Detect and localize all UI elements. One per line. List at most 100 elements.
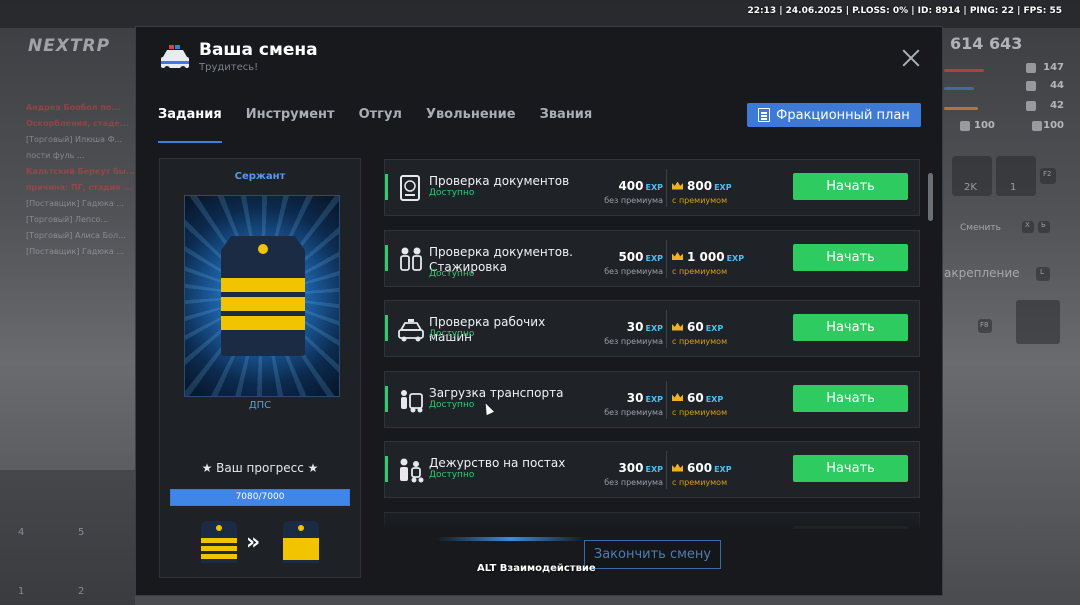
task-row: Загрузка транспорта Доступно 30 EXP без прем… bbox=[384, 370, 920, 428]
food-icon bbox=[1026, 101, 1036, 111]
police-car-icon bbox=[161, 45, 189, 72]
epaulet-icon bbox=[221, 236, 305, 356]
chat-message: Кальтский Беркут бы... bbox=[26, 167, 135, 176]
police-car-icon bbox=[397, 314, 425, 344]
start-task-button[interactable]: Начать bbox=[793, 314, 908, 341]
task-name: Дежурство на постах bbox=[429, 456, 566, 470]
switch-hint: Сменить bbox=[960, 223, 1001, 233]
premium-reward: 600 EXP с премиумом bbox=[672, 461, 732, 487]
slot-label: 2 bbox=[78, 586, 85, 597]
key-hint: F2 bbox=[1040, 168, 1056, 184]
start-task-button[interactable]: Начать bbox=[793, 243, 908, 271]
tab-dismissal[interactable]: Увольнение bbox=[426, 107, 516, 143]
chat-message: [Торговый] Лепсо... bbox=[26, 215, 109, 224]
patrol-icon bbox=[397, 455, 425, 485]
task-row: Проверка рабочих машин Доступно 30 EXP без п… bbox=[384, 300, 920, 357]
chat-message: [Торговый] Алиса Бол... bbox=[26, 231, 126, 240]
modal-title: Ваша смена bbox=[199, 40, 318, 60]
stat-armor: 44 bbox=[944, 80, 1064, 96]
task-row: Проверка документов. Стажировка Доступно 5… bbox=[384, 229, 920, 287]
money-value: 614 643 bbox=[950, 34, 1023, 53]
server-logo: NEXTRP bbox=[28, 36, 111, 56]
arrows-icon: » bbox=[246, 530, 260, 555]
stamina-icon bbox=[960, 121, 970, 131]
rank-progress-bar: 7080/7000 bbox=[170, 489, 350, 506]
status-accent bbox=[385, 456, 388, 482]
start-task-button[interactable]: Начать bbox=[793, 455, 908, 482]
progress-title: ★ Ваш прогресс ★ bbox=[201, 461, 319, 475]
slot-label: 4 bbox=[18, 527, 25, 538]
base-reward: 30 EXP без премиума bbox=[604, 390, 663, 417]
task-list: Проверка документов Доступно 400 EXP без пре… bbox=[384, 159, 920, 529]
task-status: Доступно bbox=[429, 399, 475, 410]
unit-label: ДПС bbox=[248, 400, 272, 411]
base-reward: 500 EXP без премиума bbox=[604, 249, 663, 276]
premium-reward: 1 000 EXP с премиумом bbox=[672, 249, 745, 276]
shift-modal: Ваша смена Трудитесь! Задания Инструмент… bbox=[135, 26, 943, 596]
end-shift-button[interactable]: Закончить смену bbox=[584, 540, 721, 569]
interaction-hint: ALT Взаимодействие bbox=[477, 563, 596, 574]
chat-message: причина: ПГ, стадия ... bbox=[26, 183, 133, 192]
chat-message: [Торговый] Илюша Ф... bbox=[26, 135, 123, 144]
start-task-button[interactable]: Начать bbox=[793, 384, 908, 412]
close-icon[interactable] bbox=[900, 47, 922, 69]
rank-card: Сержант ДПС ★ Ваш прогресс ★ 7080/7000 » bbox=[159, 158, 361, 578]
premium-reward: 800 EXP с премиумом bbox=[672, 179, 732, 205]
stat-health: 147 bbox=[944, 62, 1064, 78]
crown-icon bbox=[672, 393, 683, 401]
stat-thirst: 100 100 bbox=[944, 120, 1064, 136]
status-line: 22:13 | 24.06.2025 | P.LOSS: 0% | ID: 89… bbox=[747, 6, 1062, 16]
task-status: Доступно bbox=[429, 470, 475, 480]
rank-insignia bbox=[184, 195, 340, 397]
officers-icon bbox=[397, 244, 425, 274]
tab-leave[interactable]: Отгул bbox=[359, 107, 402, 143]
slot-label: 1 bbox=[18, 586, 25, 597]
task-name: Загрузка транспорта bbox=[429, 385, 564, 400]
notification-bell-icon[interactable] bbox=[1016, 300, 1060, 344]
base-reward: 300 EXP без премиума bbox=[604, 461, 663, 487]
task-status: Доступно bbox=[429, 329, 475, 339]
chat-message: [Поставщик] Гадюка ... bbox=[26, 247, 124, 256]
base-reward: 400 EXP без премиума bbox=[604, 179, 663, 205]
cash-slot: 2K bbox=[952, 156, 992, 196]
status-accent bbox=[385, 174, 388, 200]
crown-icon bbox=[672, 322, 683, 331]
crown-icon bbox=[672, 463, 683, 472]
stat-food: 42 bbox=[944, 100, 1064, 116]
scrollbar[interactable] bbox=[928, 173, 933, 221]
crown-icon bbox=[672, 181, 683, 190]
task-row: Проверка документов Доступно 400 EXP без пре… bbox=[384, 159, 920, 216]
passport-icon bbox=[397, 173, 425, 203]
next-rank-epaulet-icon bbox=[283, 521, 319, 563]
tab-tools[interactable]: Инструмент bbox=[246, 107, 335, 143]
start-task-button[interactable]: Начать bbox=[793, 173, 908, 200]
chat-feed: Андреа Бообол по... Оскорбления, стаде...… bbox=[26, 100, 136, 260]
premium-reward: 60 EXP с премиумом bbox=[672, 390, 728, 417]
chat-message: пости фуль ... bbox=[26, 151, 85, 160]
status-accent bbox=[385, 385, 388, 412]
armor-icon bbox=[1026, 81, 1036, 91]
task-status: Доступно bbox=[429, 188, 475, 198]
faction-plan-button[interactable]: Фракционный план bbox=[747, 103, 921, 127]
crown-icon bbox=[672, 252, 683, 260]
loading-icon bbox=[397, 385, 425, 415]
shield-icon bbox=[1032, 121, 1042, 131]
base-reward: 30 EXP без премиума bbox=[604, 320, 663, 346]
tab-ranks[interactable]: Звания bbox=[540, 107, 593, 143]
tab-tasks[interactable]: Задания bbox=[158, 107, 222, 143]
chat-message: [Поставщик] Гадюка ... bbox=[26, 199, 124, 208]
rank-name: Сержант bbox=[234, 171, 286, 182]
slot-label: 5 bbox=[78, 527, 85, 538]
current-rank-epaulet-icon bbox=[201, 521, 237, 563]
premium-reward: 60 EXP с премиумом bbox=[672, 320, 728, 346]
modal-subtitle: Трудитесь! bbox=[199, 62, 259, 73]
status-accent bbox=[385, 315, 388, 341]
progress-text: 7080/7000 bbox=[235, 492, 285, 502]
task-name: Проверка документов bbox=[429, 174, 570, 188]
heartbeat-icon bbox=[1026, 63, 1036, 73]
chat-message: Оскорбления, стаде... bbox=[26, 119, 129, 128]
tab-bar: Задания Инструмент Отгул Увольнение Зван… bbox=[158, 107, 616, 143]
cash-slot: 1 bbox=[996, 156, 1036, 196]
chat-message: Андреа Бообол по... bbox=[26, 103, 121, 112]
attach-hint: акрепление bbox=[944, 266, 1020, 280]
